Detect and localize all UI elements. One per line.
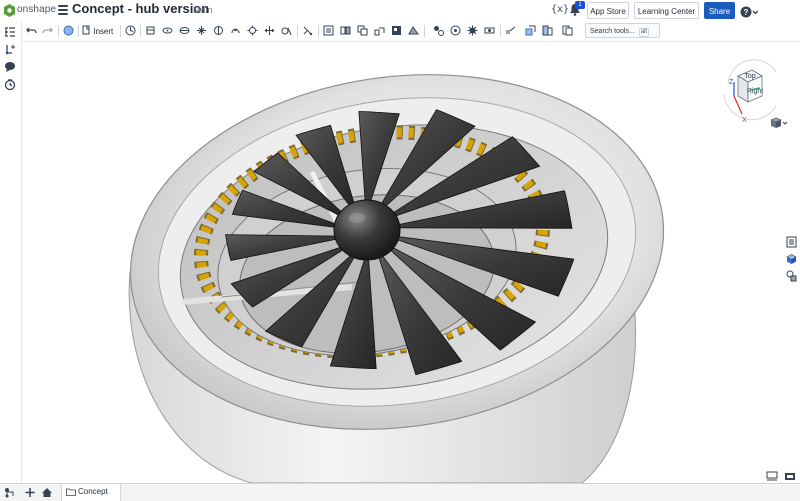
mate-connector-icon[interactable]	[125, 25, 136, 36]
instances-list-icon[interactable]	[4, 26, 16, 38]
view-options-button[interactable]	[770, 116, 788, 128]
learning-center-button[interactable]: Learning Center	[634, 2, 699, 19]
revolute-mate-icon[interactable]	[162, 25, 173, 36]
add-tab-icon[interactable]	[24, 487, 36, 498]
render-mode-icon[interactable]	[784, 471, 796, 481]
bom-icon[interactable]	[542, 25, 553, 36]
tab-label: Concept	[78, 487, 108, 496]
display-mode-icon[interactable]	[766, 471, 778, 481]
left-panel	[0, 21, 22, 498]
main-menu-icon[interactable]	[58, 5, 68, 15]
blue-part-icon[interactable]	[525, 25, 536, 36]
toolbar-divider	[78, 25, 79, 37]
linear-relation-icon[interactable]	[484, 25, 495, 36]
feature-toolbar: Insert Search tools... alt	[22, 21, 800, 52]
fastened-mate-icon[interactable]	[145, 25, 156, 36]
tab-concept[interactable]: Concept	[61, 484, 121, 501]
pin-slot-mate-icon[interactable]	[230, 25, 241, 36]
insert-button[interactable]: Insert	[82, 25, 113, 37]
tangent-mate-icon[interactable]	[281, 25, 292, 36]
documents-icon[interactable]	[562, 25, 573, 36]
undo-icon[interactable]	[26, 25, 37, 36]
toolbar-divider	[120, 25, 121, 37]
ducted-fan-model[interactable]	[22, 42, 782, 483]
notifications-button[interactable]: 1	[569, 1, 585, 18]
onshape-logo[interactable]: onshape	[4, 3, 58, 19]
graphics-viewport[interactable]: Top Right Z X	[22, 42, 788, 483]
mate-connector-gear-icon[interactable]	[433, 25, 444, 36]
section-view-icon[interactable]	[505, 25, 516, 36]
mass-properties-icon[interactable]	[786, 270, 797, 282]
onshape-logo-icon	[4, 4, 15, 17]
toolbar-divider	[318, 25, 319, 37]
search-tools-placeholder: Search tools...	[590, 28, 635, 35]
part-properties-icon[interactable]	[786, 253, 797, 265]
explode-icon[interactable]	[391, 25, 402, 36]
group-icon[interactable]	[323, 25, 334, 36]
pattern-icon[interactable]	[374, 25, 385, 36]
measure-icon[interactable]	[450, 25, 461, 36]
axis-x-label: X	[742, 117, 747, 124]
toolbar-divider	[424, 25, 425, 37]
parallel-mate-icon[interactable]	[264, 25, 275, 36]
width-mate-icon[interactable]	[302, 25, 313, 36]
animate-icon[interactable]	[408, 25, 419, 36]
version-graph-icon[interactable]	[4, 487, 16, 498]
ball-mate-icon[interactable]	[247, 25, 258, 36]
variables-icon[interactable]: {x}	[551, 4, 569, 15]
branch-name[interactable]: Main	[193, 5, 213, 15]
share-button[interactable]: Share	[704, 2, 735, 19]
folder-icon	[66, 488, 76, 496]
mate-relation-icon[interactable]	[340, 25, 351, 36]
app-store-button[interactable]: App Store	[587, 2, 629, 19]
home-icon[interactable]	[41, 487, 53, 498]
planar-mate-icon[interactable]	[196, 25, 207, 36]
toolbar-divider	[500, 25, 501, 37]
logo-text: onshape	[17, 4, 57, 15]
search-tools-input[interactable]: Search tools... alt C	[585, 23, 660, 52]
insert-icon	[82, 25, 90, 35]
top-bar: onshape Concept - hub version Main {x} 1…	[0, 0, 800, 22]
notification-count-badge: 1	[575, 1, 585, 9]
comments-icon[interactable]	[4, 61, 16, 73]
gear-relation-icon[interactable]	[467, 25, 478, 36]
slider-mate-icon[interactable]	[179, 25, 190, 36]
svg-text:?: ?	[744, 8, 749, 17]
redo-icon[interactable]	[42, 25, 53, 36]
history-icon[interactable]	[4, 79, 16, 91]
spinner-hub	[333, 199, 401, 261]
mates-add-icon[interactable]	[4, 44, 16, 56]
toolbar-divider	[297, 25, 298, 37]
help-button[interactable]: ?	[740, 5, 759, 18]
document-title[interactable]: Concept - hub version	[72, 1, 209, 16]
help-icon: ?	[740, 6, 759, 18]
cylindrical-mate-icon[interactable]	[213, 25, 224, 36]
axis-z-label: Z	[729, 79, 734, 86]
toolbar-divider	[140, 25, 141, 37]
shortcut-key-alt: alt	[638, 28, 650, 37]
appearance-panel-icon[interactable]	[786, 236, 797, 248]
replicate-icon[interactable]	[357, 25, 368, 36]
toolbar-divider	[58, 25, 59, 37]
view-cube-top-label[interactable]: Top	[744, 73, 755, 80]
cube-view-icon	[770, 117, 788, 128]
tab-bar: Concept	[0, 483, 800, 501]
insert-label: Insert	[93, 27, 114, 36]
configurations-icon[interactable]	[63, 25, 74, 36]
